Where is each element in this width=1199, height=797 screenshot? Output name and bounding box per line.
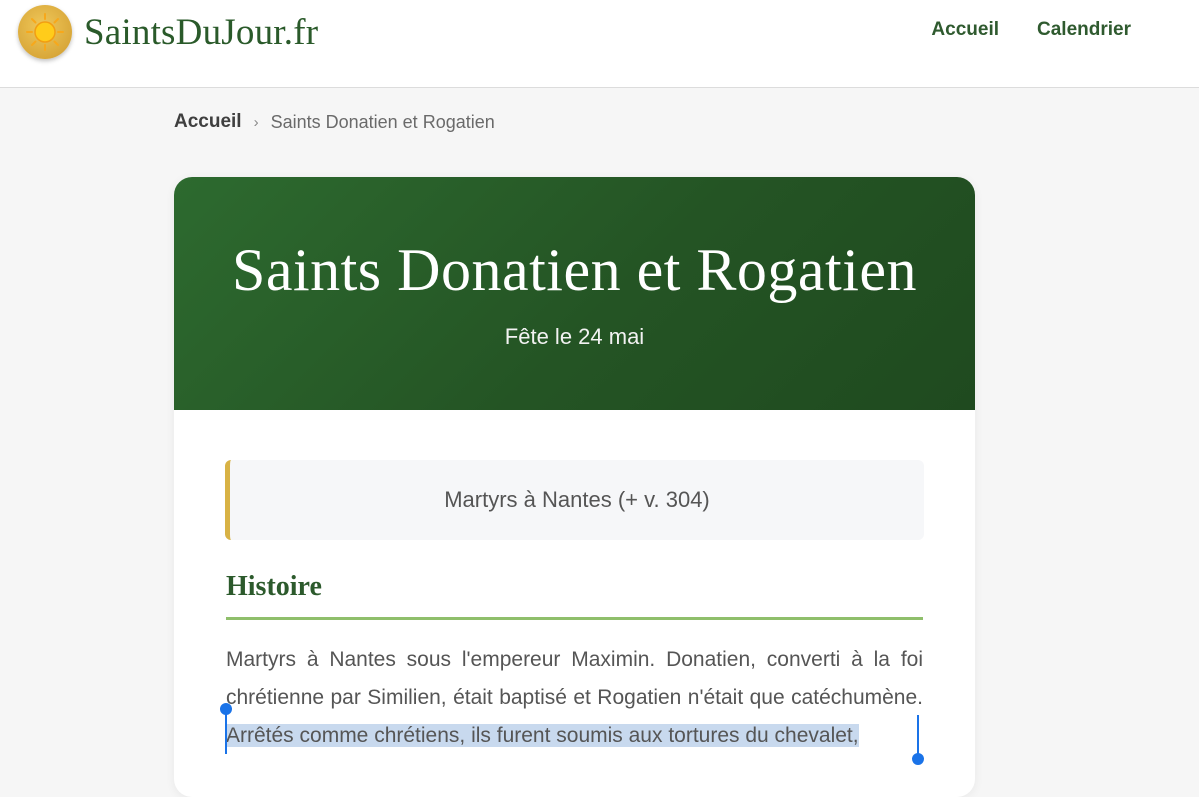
nav-link-calendrier[interactable]: Calendrier [1037, 19, 1131, 41]
breadcrumb-separator: › [253, 113, 259, 131]
page-title: Saints Donatien et Rogatien [231, 237, 918, 303]
saint-summary-box: Martyrs à Nantes (+ v. 304) [225, 460, 924, 540]
breadcrumb-home-link[interactable]: Accueil [174, 111, 242, 133]
selected-text: Arrêtés comme chrétiens, ils furent soum… [226, 724, 859, 747]
section-title-histoire: Histoire [226, 571, 923, 620]
site-logo-link[interactable]: SaintsDuJour.fr [18, 5, 318, 59]
histoire-text-plain: Martyrs à Nantes sous l'empereur Maximin… [226, 648, 923, 709]
main-nav: Accueil Calendrier [931, 19, 1131, 41]
site-brand-name: SaintsDuJour.fr [84, 11, 319, 53]
saint-card: Saints Donatien et Rogatien Fête le 24 m… [174, 177, 975, 797]
breadcrumb-current: Saints Donatien et Rogatien [270, 111, 495, 132]
selection-end-handle[interactable] [912, 753, 924, 765]
sun-icon [18, 5, 72, 59]
selection-end-bar [917, 715, 919, 757]
histoire-text: Martyrs à Nantes sous l'empereur Maximin… [226, 641, 923, 755]
feast-date: Fête le 24 mai [504, 324, 645, 349]
site-header: SaintsDuJour.fr Accueil Calendrier [0, 0, 1199, 88]
breadcrumb: Accueil › Saints Donatien et Rogatien [174, 111, 495, 133]
selection-start-handle[interactable] [220, 703, 232, 715]
nav-link-accueil[interactable]: Accueil [931, 19, 999, 41]
selection-start-bar [225, 712, 227, 754]
saint-hero-banner: Saints Donatien et Rogatien Fête le 24 m… [174, 177, 975, 410]
